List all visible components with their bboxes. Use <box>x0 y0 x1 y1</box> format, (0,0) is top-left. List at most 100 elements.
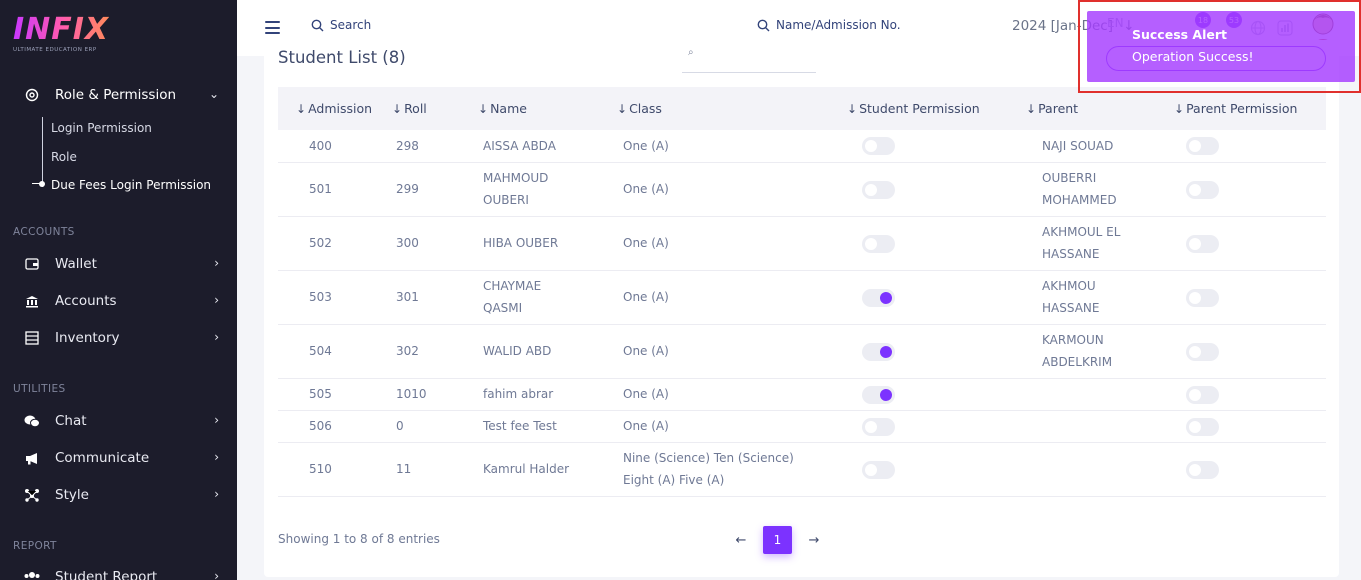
name-search-label: Name/Admission No. <box>776 18 901 32</box>
search-label: Search <box>330 18 372 32</box>
sidebar-subitem-role[interactable]: Role <box>51 150 77 164</box>
admission-cell: 510 <box>278 442 374 497</box>
student-permission-cell <box>829 442 1008 497</box>
table-row: 502 300 HIBA OUBER One (A) AKHMOUL EL HASSANE <box>278 216 1326 271</box>
table-row: 504 302 WALID ABD One (A) KARMOUN ABDELKRIM <box>278 324 1326 379</box>
sidebar-item-role-permission[interactable]: Role & Permission ⌄ <box>0 83 237 107</box>
name-cell-line: fahim abrar <box>483 387 554 401</box>
previous-page-icon[interactable]: ← <box>733 533 749 548</box>
page-button-current[interactable]: 1 <box>763 526 792 554</box>
column-header-admission[interactable]: ↓ Admission <box>278 87 374 130</box>
megaphone-icon <box>24 450 40 466</box>
parent-cell-line: AKHMOUL EL <box>1042 225 1121 239</box>
parent-permission-toggle[interactable] <box>1186 288 1219 307</box>
sidebar-item-chat[interactable]: Chat › <box>0 409 237 433</box>
sidebar-item-label: Communicate <box>55 450 150 466</box>
student-permission-toggle[interactable] <box>862 342 895 361</box>
toggle-knob <box>1189 237 1201 250</box>
toggle-knob <box>1189 291 1201 304</box>
column-header-class[interactable]: ↓ Class <box>599 87 829 130</box>
logo-text: INFIX <box>13 12 110 47</box>
toggle-knob <box>1189 183 1201 196</box>
toggle-knob <box>1189 463 1201 476</box>
parent-permission-toggle[interactable] <box>1186 342 1219 361</box>
name-cell-line: WALID ABD <box>483 344 552 358</box>
parent-permission-toggle[interactable] <box>1186 417 1219 436</box>
column-header-roll[interactable]: ↓ Roll <box>374 87 460 130</box>
sidebar-item-student-report[interactable]: Student Report › <box>0 565 237 580</box>
sidebar-item-label: Style <box>55 487 89 503</box>
roll-cell: 301 <box>374 270 460 325</box>
parent-permission-toggle[interactable] <box>1186 137 1219 156</box>
toggle-knob <box>1189 345 1201 358</box>
class-cell-line: One (A) <box>623 344 669 358</box>
student-permission-toggle[interactable] <box>862 137 895 156</box>
name-cell: CHAYMAE QASMI <box>460 270 599 325</box>
column-header-student-permission[interactable]: ↓ Student Permission <box>829 87 1008 130</box>
column-header-name[interactable]: ↓ Name <box>460 87 599 130</box>
student-permission-toggle[interactable] <box>862 234 895 253</box>
parent-permission-toggle[interactable] <box>1186 385 1219 404</box>
sort-arrow-icon: ↓ <box>392 102 403 116</box>
parent-permission-toggle[interactable] <box>1186 234 1219 253</box>
table-search-input[interactable] <box>682 72 816 73</box>
admission-cell: 502 <box>278 216 374 271</box>
wallet-icon <box>24 256 40 272</box>
column-header-parent-permission[interactable]: ↓ Parent Permission <box>1156 87 1326 130</box>
student-permission-toggle[interactable] <box>862 180 895 199</box>
logo-tagline: ULTIMATE EDUCATION ERP <box>13 47 97 53</box>
column-header-parent[interactable]: ↓ Parent <box>1008 87 1156 130</box>
class-cell-line: One (A) <box>623 387 669 401</box>
class-cell: One (A) <box>599 410 829 443</box>
chevron-down-icon: ⌄ <box>208 87 219 101</box>
sidebar-item-label: Role & Permission <box>55 87 177 103</box>
roll-cell: 300 <box>374 216 460 271</box>
roll-cell: 298 <box>374 130 460 163</box>
name-cell-line: CHAYMAE <box>483 279 542 293</box>
class-cell-line: One (A) <box>623 182 669 196</box>
student-permission-cell <box>829 162 1008 217</box>
toggle-knob <box>880 345 892 358</box>
class-cell-line: One (A) <box>623 419 669 433</box>
name-cell-line: OUBERI <box>483 193 529 207</box>
table-row: 503 301 CHAYMAE QASMI One (A) AKHMOU HASSANE <box>278 270 1326 325</box>
name-cell: AISSA ABDA <box>460 130 599 163</box>
student-permission-toggle[interactable] <box>862 385 895 404</box>
table-body: 400 298 AISSA ABDA One (A) NAJI SOUAD 501 299 M… <box>278 130 1326 497</box>
parent-cell-line: ABDELKRIM <box>1042 355 1113 369</box>
name-admission-search[interactable]: Name/Admission No. <box>757 18 901 32</box>
menu-toggle-icon[interactable] <box>265 21 280 34</box>
parent-permission-cell <box>1156 216 1326 271</box>
sidebar-subitem-due-fees-login-permission[interactable]: Due Fees Login Permission <box>51 178 211 192</box>
next-page-icon[interactable]: → <box>806 533 822 548</box>
sidebar-item-label: Chat <box>55 413 87 429</box>
parent-cell <box>1008 378 1156 411</box>
student-permission-toggle[interactable] <box>862 460 895 479</box>
student-permission-cell <box>829 324 1008 379</box>
bank-icon <box>24 293 40 309</box>
student-permission-toggle[interactable] <box>862 288 895 307</box>
parent-permission-cell <box>1156 378 1326 411</box>
name-cell: Test fee Test <box>460 410 599 443</box>
sidebar-item-wallet[interactable]: Wallet › <box>0 252 237 276</box>
logo[interactable]: INFIX ULTIMATE EDUCATION ERP <box>13 12 110 54</box>
sidebar-subitem-login-permission[interactable]: Login Permission <box>51 121 152 135</box>
class-cell: One (A) <box>599 162 829 217</box>
class-cell: One (A) <box>599 216 829 271</box>
sort-arrow-icon: ↓ <box>847 102 858 116</box>
student-permission-toggle[interactable] <box>862 417 895 436</box>
sidebar-item-communicate[interactable]: Communicate › <box>0 446 237 470</box>
parent-permission-toggle[interactable] <box>1186 180 1219 199</box>
roll-cell: 1010 <box>374 378 460 411</box>
parent-permission-toggle[interactable] <box>1186 460 1219 479</box>
sidebar-item-inventory[interactable]: Inventory › <box>0 326 237 350</box>
name-cell-line: Test fee Test <box>483 419 557 433</box>
sidebar: INFIX ULTIMATE EDUCATION ERP Role & Perm… <box>0 0 237 580</box>
parent-cell <box>1008 410 1156 443</box>
parent-cell-line: MOHAMMED <box>1042 193 1117 207</box>
toggle-knob <box>865 140 877 153</box>
sidebar-item-style[interactable]: Style › <box>0 483 237 507</box>
sidebar-item-accounts[interactable]: Accounts › <box>0 289 237 313</box>
search-button[interactable]: Search <box>311 18 371 32</box>
name-cell: HIBA OUBER <box>460 216 599 271</box>
